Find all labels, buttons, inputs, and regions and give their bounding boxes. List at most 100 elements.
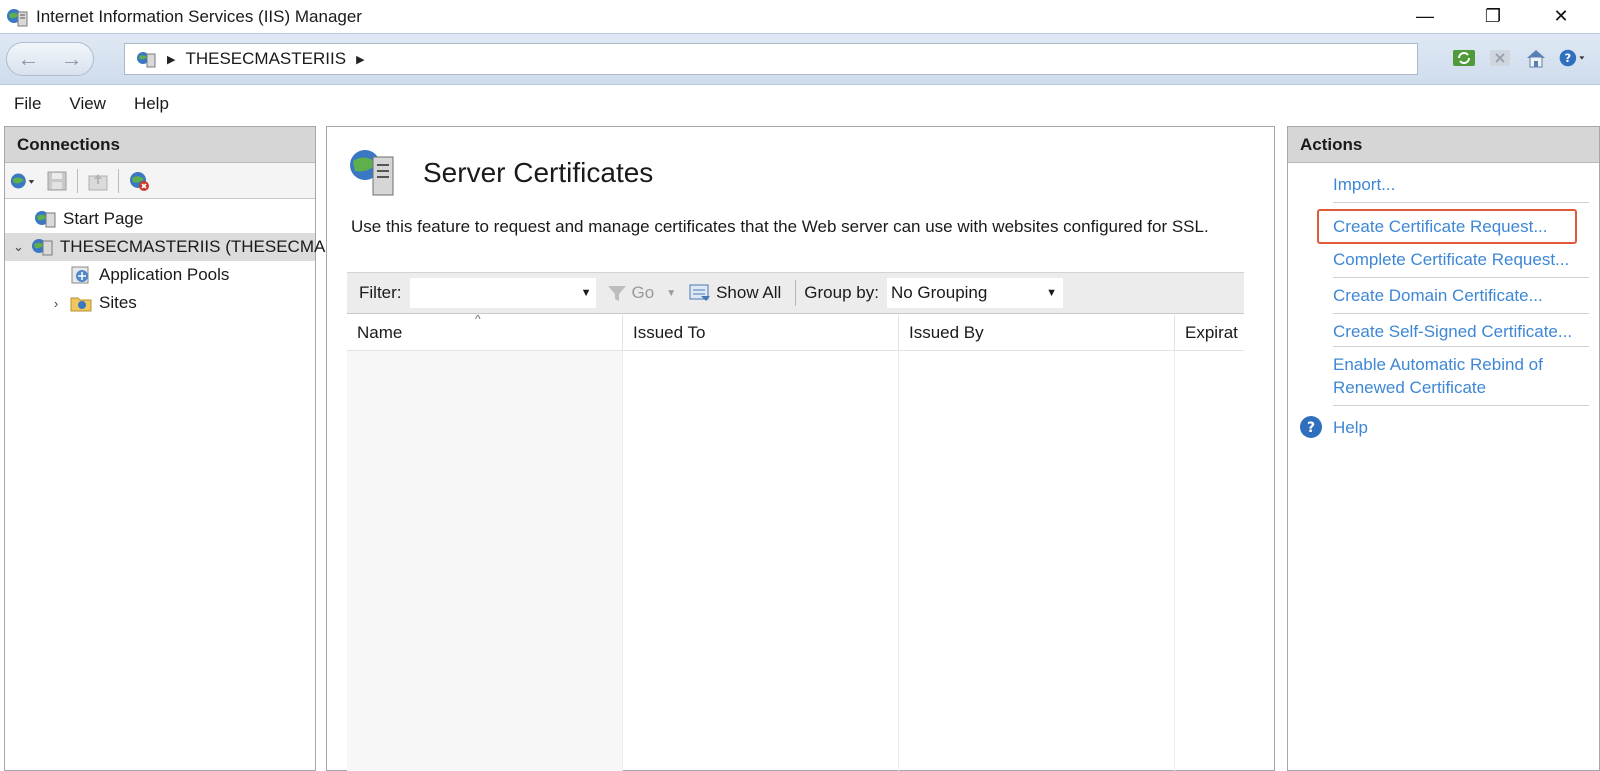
iis-app-icon [7, 8, 28, 26]
up-level-icon[interactable] [84, 167, 112, 195]
tree-item-label: Application Pools [99, 265, 230, 284]
svg-text:?: ? [1307, 420, 1315, 436]
breadcrumb-separator[interactable]: ▶ [356, 53, 364, 66]
close-button[interactable]: ✕ [1526, 0, 1596, 33]
actions-panel: Actions Import... Create Certificate Req… [1287, 126, 1600, 771]
help-action[interactable]: ? Help [1298, 414, 1599, 440]
iis-root-icon [137, 52, 156, 68]
address-toolbar: ? [1450, 44, 1586, 72]
column-body-name [347, 351, 623, 771]
filter-label: Filter: [359, 283, 402, 302]
filter-bar: Filter: ▼ Go ▼ Show All Group by: No Gro… [347, 272, 1244, 314]
action-divider [1333, 202, 1589, 203]
tree-item-server[interactable]: ⌄ THESECMASTERIIS (THESECMASTERIIS\Admin… [5, 233, 502, 261]
column-label: Issued By [909, 322, 984, 342]
column-header-name[interactable]: ^ Name [347, 315, 623, 350]
tree-item-label: Sites [99, 293, 137, 312]
connections-tree: Start Page ⌄ THESECMASTERIIS (THESECMAST… [5, 199, 502, 317]
server-certificates-icon [350, 150, 394, 196]
svg-text:?: ? [1565, 51, 1572, 65]
column-label: Name [357, 322, 403, 342]
chevron-down-icon[interactable]: ▼ [1046, 287, 1057, 299]
create-domain-certificate-link[interactable]: Create Domain Certificate... [1333, 284, 1589, 307]
column-body-expiration [1175, 351, 1244, 771]
menu-file[interactable]: File [14, 94, 41, 114]
menu-view[interactable]: View [69, 94, 106, 114]
page-title: Server Certificates [423, 157, 654, 188]
tree-item-start-page[interactable]: Start Page [5, 205, 315, 233]
create-self-signed-certificate-link[interactable]: Create Self-Signed Certificate... [1333, 320, 1589, 343]
help-icon: ? [1300, 416, 1322, 438]
column-label: Expirat [1185, 322, 1238, 342]
forward-arrow-icon[interactable]: → [61, 46, 83, 72]
refresh-icon[interactable] [1450, 44, 1478, 72]
group-by-select[interactable]: No Grouping ▼ [886, 278, 1063, 308]
feature-header: Server Certificates [345, 145, 653, 201]
action-divider [1333, 277, 1589, 278]
save-icon[interactable] [43, 167, 71, 195]
enable-automatic-rebind-link[interactable]: Enable Automatic Rebind of Renewed Certi… [1333, 353, 1589, 399]
minimize-button[interactable]: — [1390, 0, 1460, 33]
group-by-value: No Grouping [890, 283, 988, 302]
server-icon [30, 236, 54, 258]
connections-toolbar [5, 163, 315, 199]
toolbar-divider [118, 168, 119, 193]
tree-item-sites[interactable]: › Sites [5, 289, 315, 317]
nav-buttons: ← → [6, 42, 94, 76]
show-all-icon [689, 284, 711, 301]
certificate-list[interactable] [347, 351, 1244, 771]
action-divider [1333, 346, 1589, 347]
breadcrumb-separator[interactable]: ▶ [167, 53, 175, 66]
feature-description: Use this feature to request and manage c… [351, 217, 1209, 236]
app-pool-icon [69, 264, 93, 286]
filter-input[interactable]: ▼ [409, 278, 596, 308]
column-body-issued-to [623, 351, 899, 771]
column-label: Issued To [633, 322, 706, 342]
help-dropdown-icon[interactable]: ? [1558, 44, 1586, 72]
connections-panel: Connections Start Page ⌄ THESECMASTERIIS… [4, 126, 502, 771]
chevron-right-icon[interactable]: › [49, 296, 63, 311]
sort-ascending-icon: ^ [475, 315, 481, 326]
show-all-button[interactable]: Show All [688, 282, 781, 304]
connections-header: Connections [5, 127, 315, 163]
tree-item-label: Start Page [63, 209, 144, 228]
chevron-down-icon[interactable]: ▼ [666, 288, 676, 299]
menu-help[interactable]: Help [134, 94, 169, 114]
import-link[interactable]: Import... [1333, 173, 1589, 196]
breadcrumb[interactable]: ▶ THESECMASTERIIS ▶ [124, 43, 1418, 75]
breadcrumb-server[interactable]: THESECMASTERIIS [185, 49, 346, 69]
connect-dropdown-icon[interactable] [9, 167, 37, 195]
action-divider [1333, 405, 1589, 406]
column-header-issued-by[interactable]: Issued By [899, 315, 1175, 350]
disconnect-icon[interactable] [125, 167, 153, 195]
home-icon[interactable] [1522, 44, 1550, 72]
go-button[interactable]: Go ▼ [606, 283, 676, 303]
complete-certificate-request-link[interactable]: Complete Certificate Request... [1333, 248, 1589, 271]
actions-header: Actions [1288, 127, 1599, 163]
back-arrow-icon[interactable]: ← [18, 46, 40, 72]
chevron-down-icon[interactable]: ⌄ [13, 239, 24, 255]
action-divider [1333, 313, 1589, 314]
chevron-down-icon[interactable]: ▼ [581, 287, 592, 299]
funnel-icon [607, 286, 626, 301]
maximize-button[interactable]: ❐ [1458, 0, 1528, 33]
certificate-list-header: ^ Name Issued To Issued By Expirat [347, 315, 1244, 351]
feature-panel: Server Certificates Use this feature to … [326, 126, 1275, 771]
highlight-box: Create Certificate Request... [1317, 209, 1577, 244]
column-body-issued-by [899, 351, 1175, 771]
window-title: Internet Information Services (IIS) Mana… [36, 6, 362, 26]
help-link[interactable]: Help [1333, 416, 1368, 439]
create-certificate-request-link[interactable]: Create Certificate Request... [1333, 215, 1565, 238]
title-bar: Internet Information Services (IIS) Mana… [0, 0, 1600, 33]
address-bar: ← → ▶ THESECMASTERIIS ▶ ? [0, 33, 1600, 85]
column-header-issued-to[interactable]: Issued To [623, 315, 899, 350]
actions-list: Import... Create Certificate Request... … [1288, 163, 1599, 440]
sites-folder-icon [69, 292, 93, 314]
column-header-expiration[interactable]: Expirat [1175, 315, 1244, 350]
group-by-label: Group by: [804, 283, 879, 302]
menu-bar: File View Help [0, 86, 1600, 122]
stop-icon[interactable] [1486, 44, 1514, 72]
filter-divider [795, 280, 797, 306]
tree-item-app-pools[interactable]: Application Pools [5, 261, 315, 289]
show-all-label: Show All [716, 283, 782, 302]
